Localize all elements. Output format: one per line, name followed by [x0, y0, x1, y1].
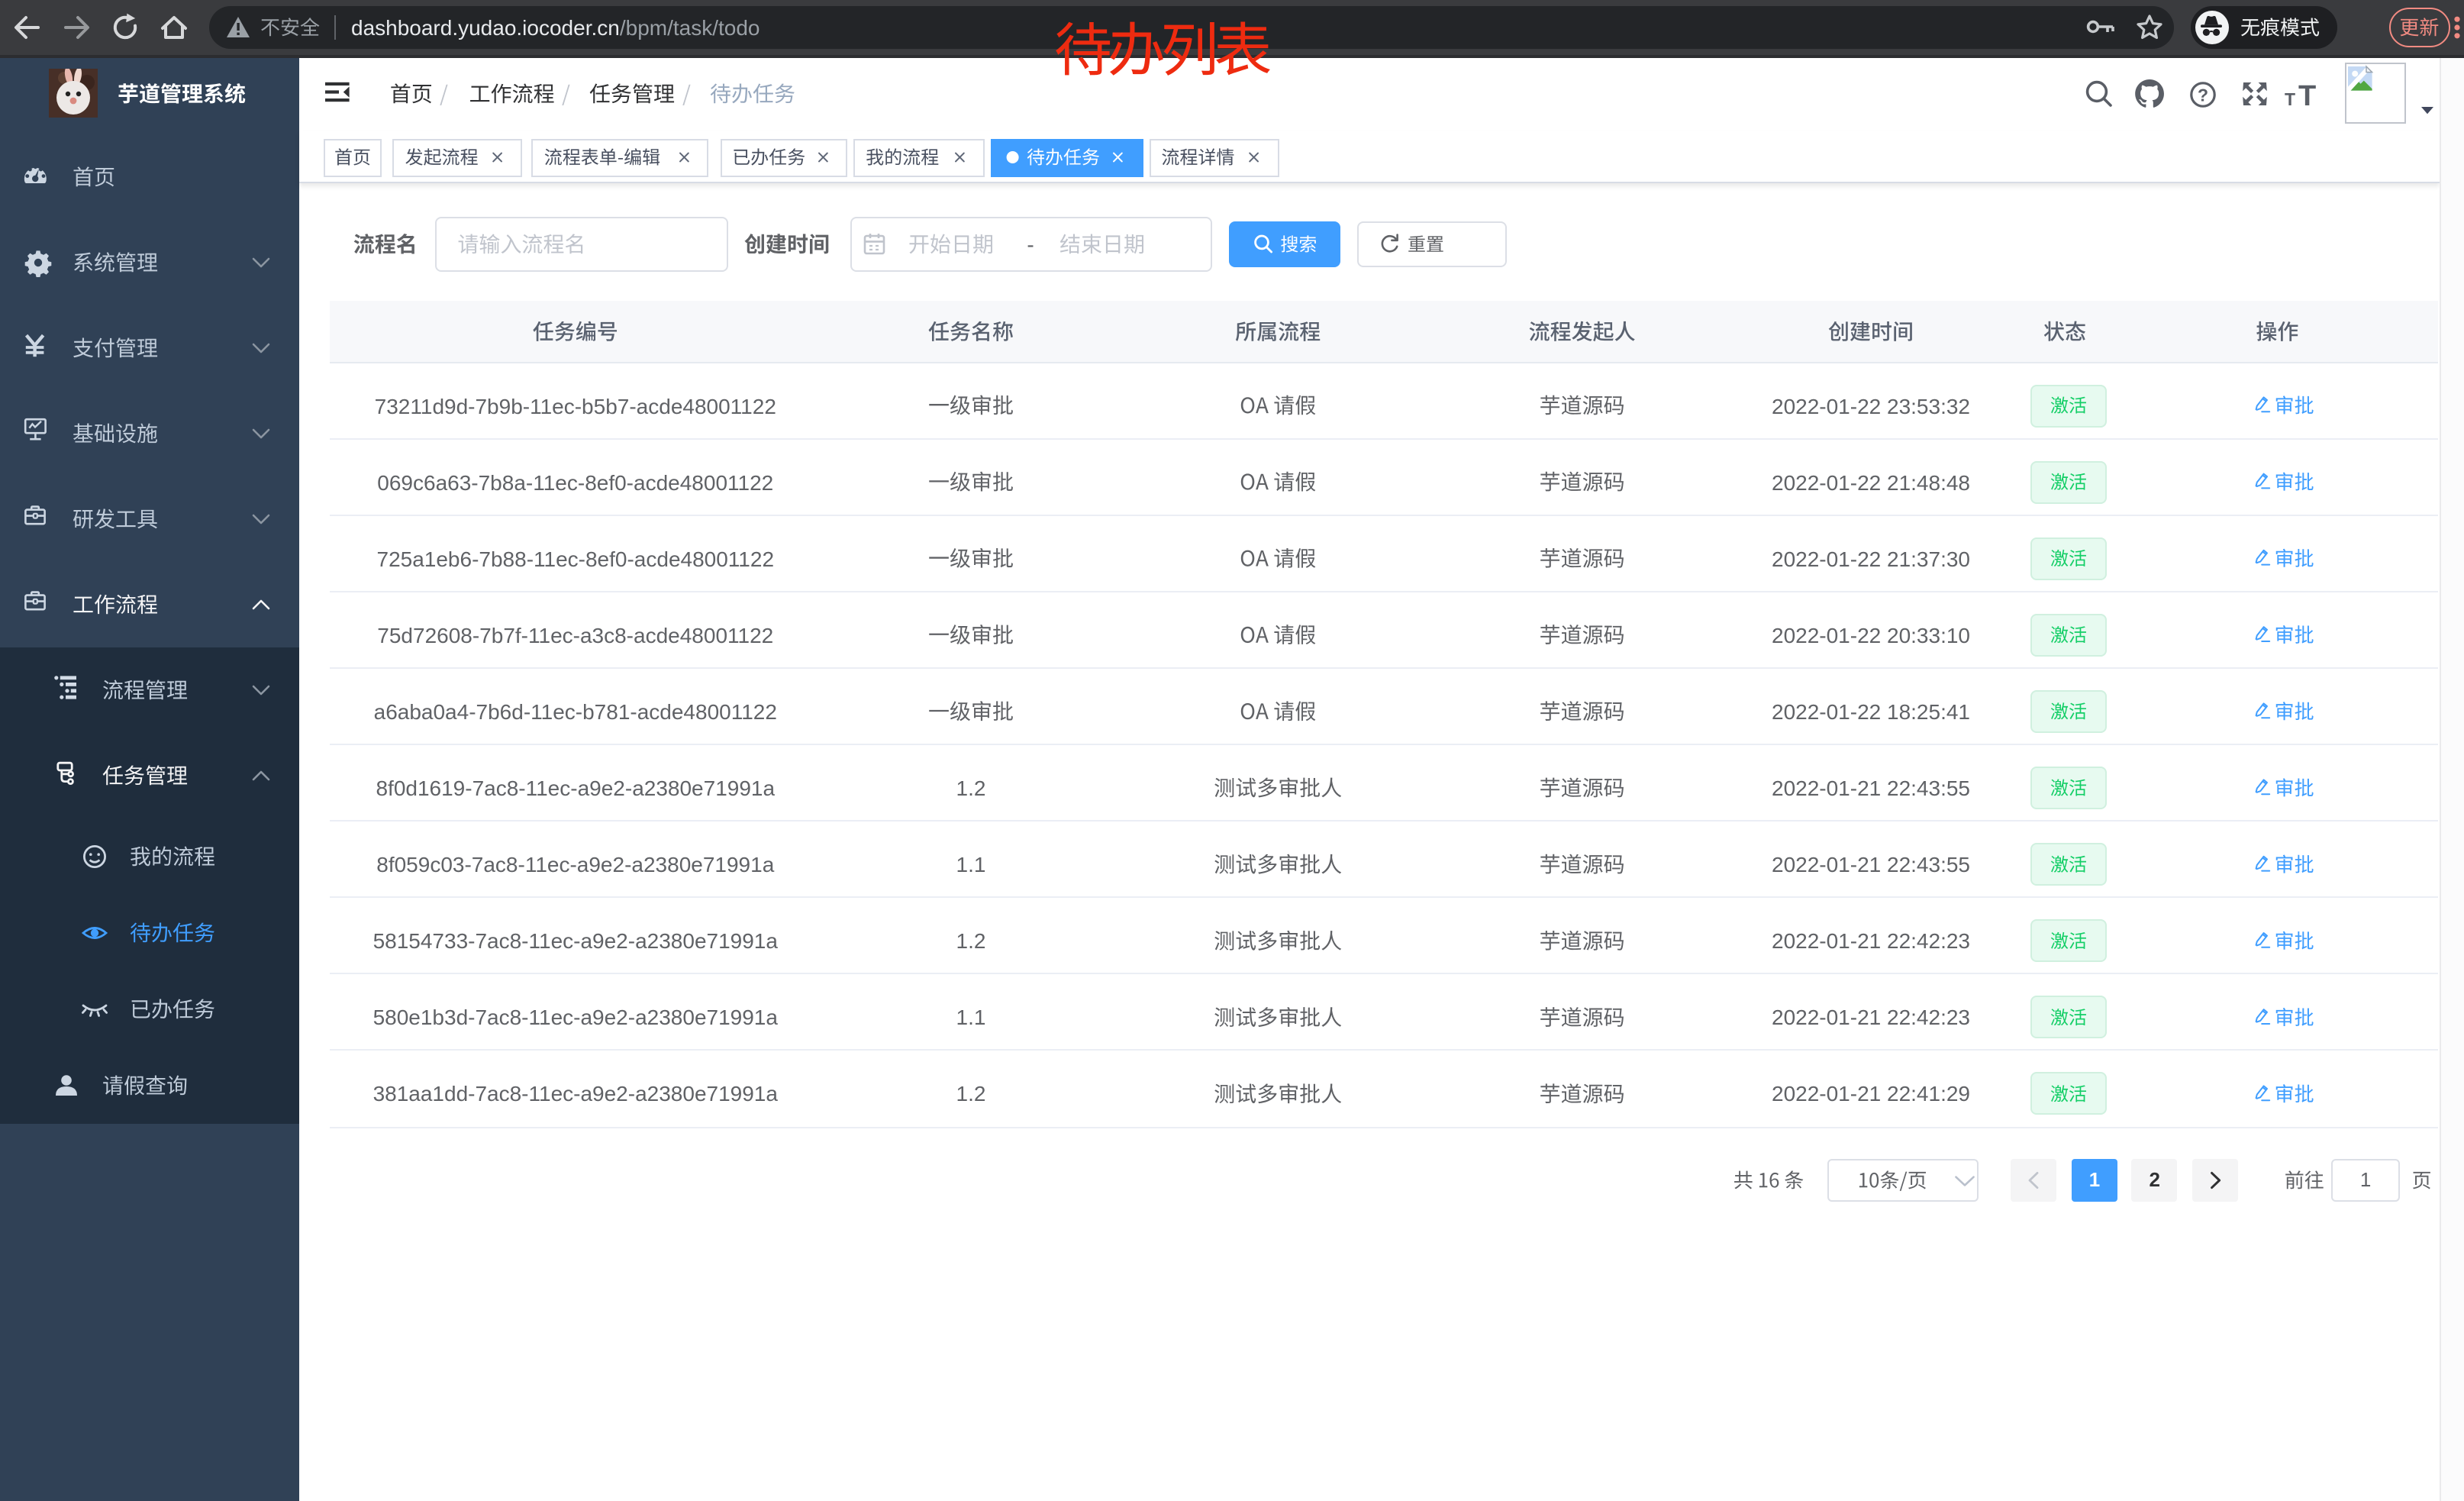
- svg-text:T: T: [2298, 80, 2316, 112]
- svg-text:T: T: [2285, 89, 2295, 109]
- svg-text:?: ?: [2198, 85, 2208, 105]
